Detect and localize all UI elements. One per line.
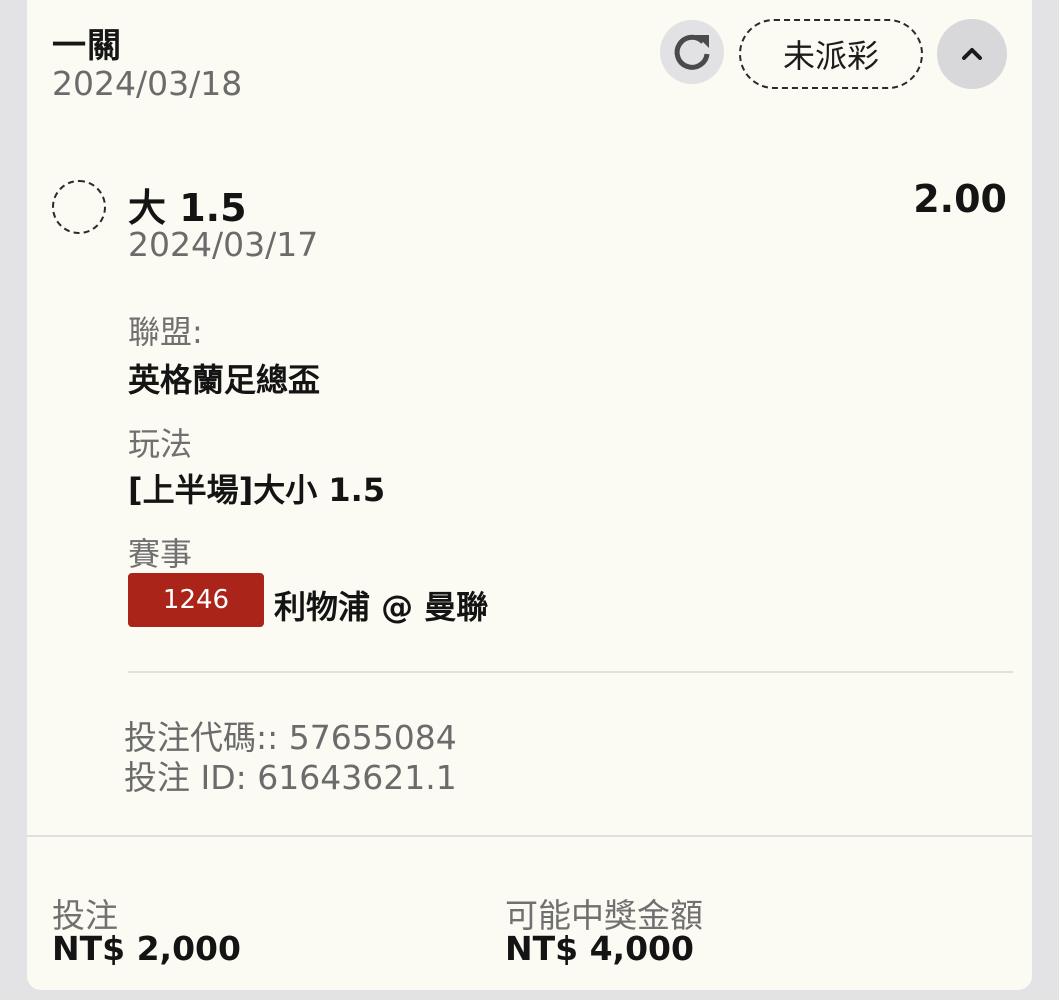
bet-type: 一關 xyxy=(52,26,122,66)
bet-date: 2024/03/18 xyxy=(52,64,243,103)
market-label: 玩法 xyxy=(128,425,193,463)
bet-card: 一關 2024/03/18 未派彩 大 1.5 2.00 2024/03/17 … xyxy=(27,0,1032,990)
selection-odds: 2.00 xyxy=(913,177,1007,221)
market-value: [上半場]大小 1.5 xyxy=(128,471,386,509)
chevron-up-icon xyxy=(962,48,982,60)
divider xyxy=(128,671,1013,673)
refresh-button[interactable] xyxy=(660,20,724,84)
league-label: 聯盟: xyxy=(128,313,203,351)
selection-date: 2024/03/17 xyxy=(128,225,319,264)
league-value: 英格蘭足總盃 xyxy=(128,361,321,399)
selection-radio[interactable] xyxy=(52,180,106,234)
refresh-icon xyxy=(674,34,710,70)
selection-title: 大 1.5 xyxy=(128,186,247,230)
collapse-button[interactable] xyxy=(937,19,1007,89)
event-name: 利物浦 @ 曼聯 xyxy=(274,588,489,626)
status-badge: 未派彩 xyxy=(739,19,923,89)
stake-value: NT$ 2,000 xyxy=(52,929,241,968)
bet-footer: 投注 NT$ 2,000 可能中獎金額 NT$ 4,000 xyxy=(27,835,1032,990)
event-label: 賽事 xyxy=(128,535,193,573)
payout-value: NT$ 4,000 xyxy=(505,929,694,968)
bet-id: 投注 ID: 61643621.1 xyxy=(124,758,457,797)
event-code-badge: 1246 xyxy=(128,573,264,627)
